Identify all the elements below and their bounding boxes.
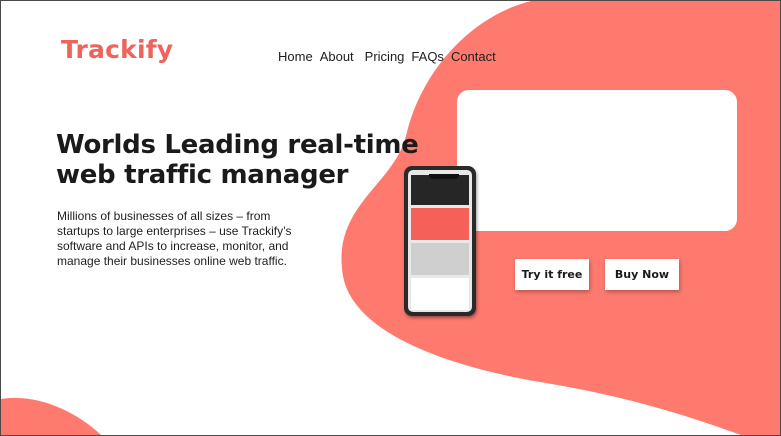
- nav-item-faqs[interactable]: FAQs: [411, 49, 444, 64]
- brand-logo[interactable]: Trackify: [61, 35, 173, 64]
- nav-item-pricing[interactable]: Pricing: [365, 49, 405, 64]
- hero-description: Millions of businesses of all sizes – fr…: [57, 209, 292, 268]
- phone-notch: [429, 174, 459, 179]
- phone-block-dark: [411, 175, 469, 205]
- buy-now-button[interactable]: Buy Now: [605, 259, 679, 290]
- phone-screen: [408, 170, 472, 312]
- nav-item-contact[interactable]: Contact: [451, 49, 496, 64]
- nav-item-home[interactable]: Home: [278, 49, 313, 64]
- phone-mockup: [404, 166, 476, 316]
- page-frame: Trackify Home About Pricing FAQs Contact…: [0, 0, 781, 436]
- top-nav: Home About Pricing FAQs Contact: [278, 49, 496, 64]
- try-it-free-button[interactable]: Try it free: [515, 259, 589, 290]
- hero-card: [457, 90, 737, 231]
- hero-headline-line-2: web traffic manager: [56, 160, 349, 190]
- hero-headline: Worlds Leading real-time web traffic man…: [56, 130, 436, 190]
- nav-item-about[interactable]: About: [320, 49, 354, 64]
- hero-headline-line-1: Worlds Leading real-time: [56, 130, 419, 160]
- phone-block-gray: [411, 243, 469, 275]
- phone-block-accent: [411, 208, 469, 240]
- phone-block-white: [411, 278, 469, 310]
- accent-blob-bottom-left: [1, 397, 101, 435]
